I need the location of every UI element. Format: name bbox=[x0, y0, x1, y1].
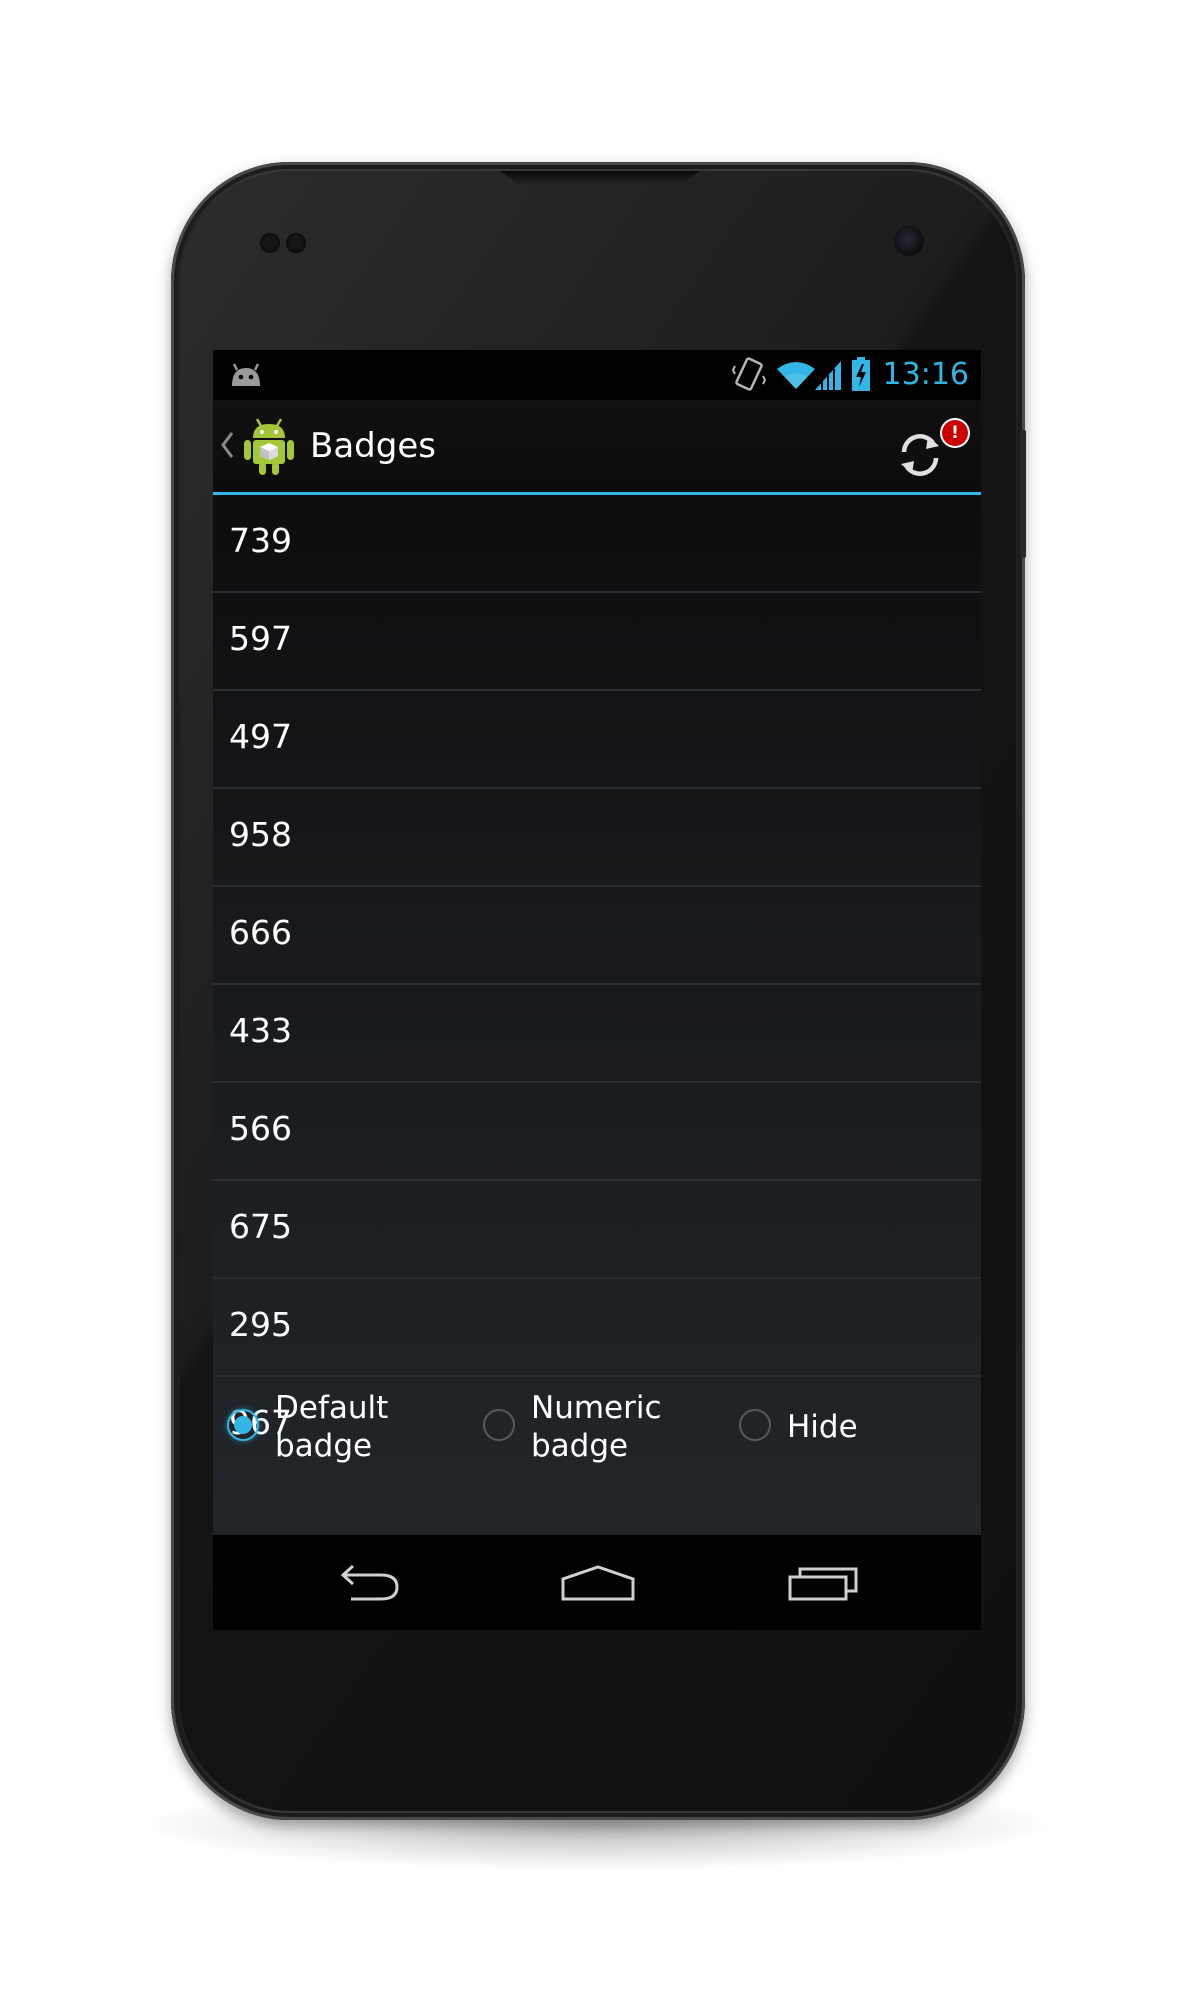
radio-button[interactable] bbox=[483, 1409, 515, 1441]
radio-button[interactable] bbox=[739, 1409, 771, 1441]
list-item[interactable]: 497 bbox=[213, 691, 981, 789]
home-icon bbox=[560, 1565, 636, 1607]
list-item-text: 497 bbox=[229, 717, 292, 756]
radio-default-badge[interactable]: Default badge bbox=[213, 1389, 463, 1469]
radio-label-line: badge bbox=[531, 1428, 629, 1464]
list-item-text: 675 bbox=[229, 1207, 292, 1246]
screen: 13:16 Badges ! 739 597 497 958 666 433 5… bbox=[213, 350, 981, 1630]
list-item-text: 566 bbox=[229, 1109, 292, 1148]
device-stage: 13:16 Badges ! 739 597 497 958 666 433 5… bbox=[0, 0, 1195, 1994]
badge-mode-radio-group: Default badge Numeric badge Hide bbox=[213, 1373, 981, 1483]
up-caret-icon[interactable] bbox=[219, 430, 235, 464]
list-item[interactable]: 958 bbox=[213, 789, 981, 887]
back-button[interactable] bbox=[335, 1563, 425, 1607]
list-item[interactable]: 597 bbox=[213, 593, 981, 691]
recent-apps-icon bbox=[788, 1567, 860, 1607]
radio-label-numeric-badge: Numeric badge bbox=[531, 1389, 701, 1465]
earpiece-speaker bbox=[500, 171, 700, 185]
back-icon bbox=[335, 1564, 405, 1607]
refresh-button[interactable]: ! bbox=[895, 418, 968, 484]
radio-label-line: Default bbox=[275, 1390, 389, 1426]
recent-apps-button[interactable] bbox=[788, 1563, 878, 1607]
radio-button-checked[interactable] bbox=[227, 1409, 259, 1441]
list-item-text: 739 bbox=[229, 521, 292, 560]
wifi-icon bbox=[776, 359, 816, 395]
list-item[interactable]: 739 bbox=[213, 495, 981, 593]
refresh-icon bbox=[895, 430, 945, 484]
number-list: 739 597 497 958 666 433 566 675 295 967 bbox=[213, 495, 981, 1473]
battery-charging-icon bbox=[851, 356, 871, 396]
status-bar: 13:16 bbox=[213, 350, 981, 400]
list-item[interactable]: 566 bbox=[213, 1083, 981, 1181]
radio-numeric-badge[interactable]: Numeric badge bbox=[469, 1389, 719, 1469]
notification-badge: ! bbox=[942, 420, 968, 446]
list-item[interactable]: 675 bbox=[213, 1181, 981, 1279]
signal-icon bbox=[813, 359, 843, 395]
list-item-text: 666 bbox=[229, 913, 292, 952]
action-bar: Badges ! bbox=[213, 400, 981, 495]
list-item-text: 295 bbox=[229, 1305, 292, 1344]
list-item-text: 433 bbox=[229, 1011, 292, 1050]
android-debug-icon bbox=[229, 362, 263, 392]
android-app-icon[interactable] bbox=[243, 418, 295, 480]
list-item[interactable]: 295 bbox=[213, 1279, 981, 1377]
navigation-bar bbox=[213, 1535, 981, 1630]
list-item[interactable]: 666 bbox=[213, 887, 981, 985]
list-item-text: 958 bbox=[229, 815, 292, 854]
radio-label-line: Numeric bbox=[531, 1390, 662, 1426]
page-title: Badges bbox=[310, 426, 436, 466]
status-clock: 13:16 bbox=[882, 357, 969, 392]
radio-hide[interactable]: Hide bbox=[725, 1389, 975, 1469]
list-item[interactable]: 433 bbox=[213, 985, 981, 1083]
proximity-sensor bbox=[260, 233, 280, 253]
radio-label-hide: Hide bbox=[787, 1409, 858, 1445]
home-button[interactable] bbox=[560, 1563, 650, 1607]
light-sensor bbox=[286, 233, 306, 253]
front-camera bbox=[894, 226, 924, 256]
power-button bbox=[1020, 430, 1026, 558]
radio-label-line: badge bbox=[275, 1428, 373, 1464]
radio-label-default-badge: Default badge bbox=[275, 1389, 445, 1465]
list-item-text: 597 bbox=[229, 619, 292, 658]
vibrate-icon bbox=[731, 356, 767, 398]
